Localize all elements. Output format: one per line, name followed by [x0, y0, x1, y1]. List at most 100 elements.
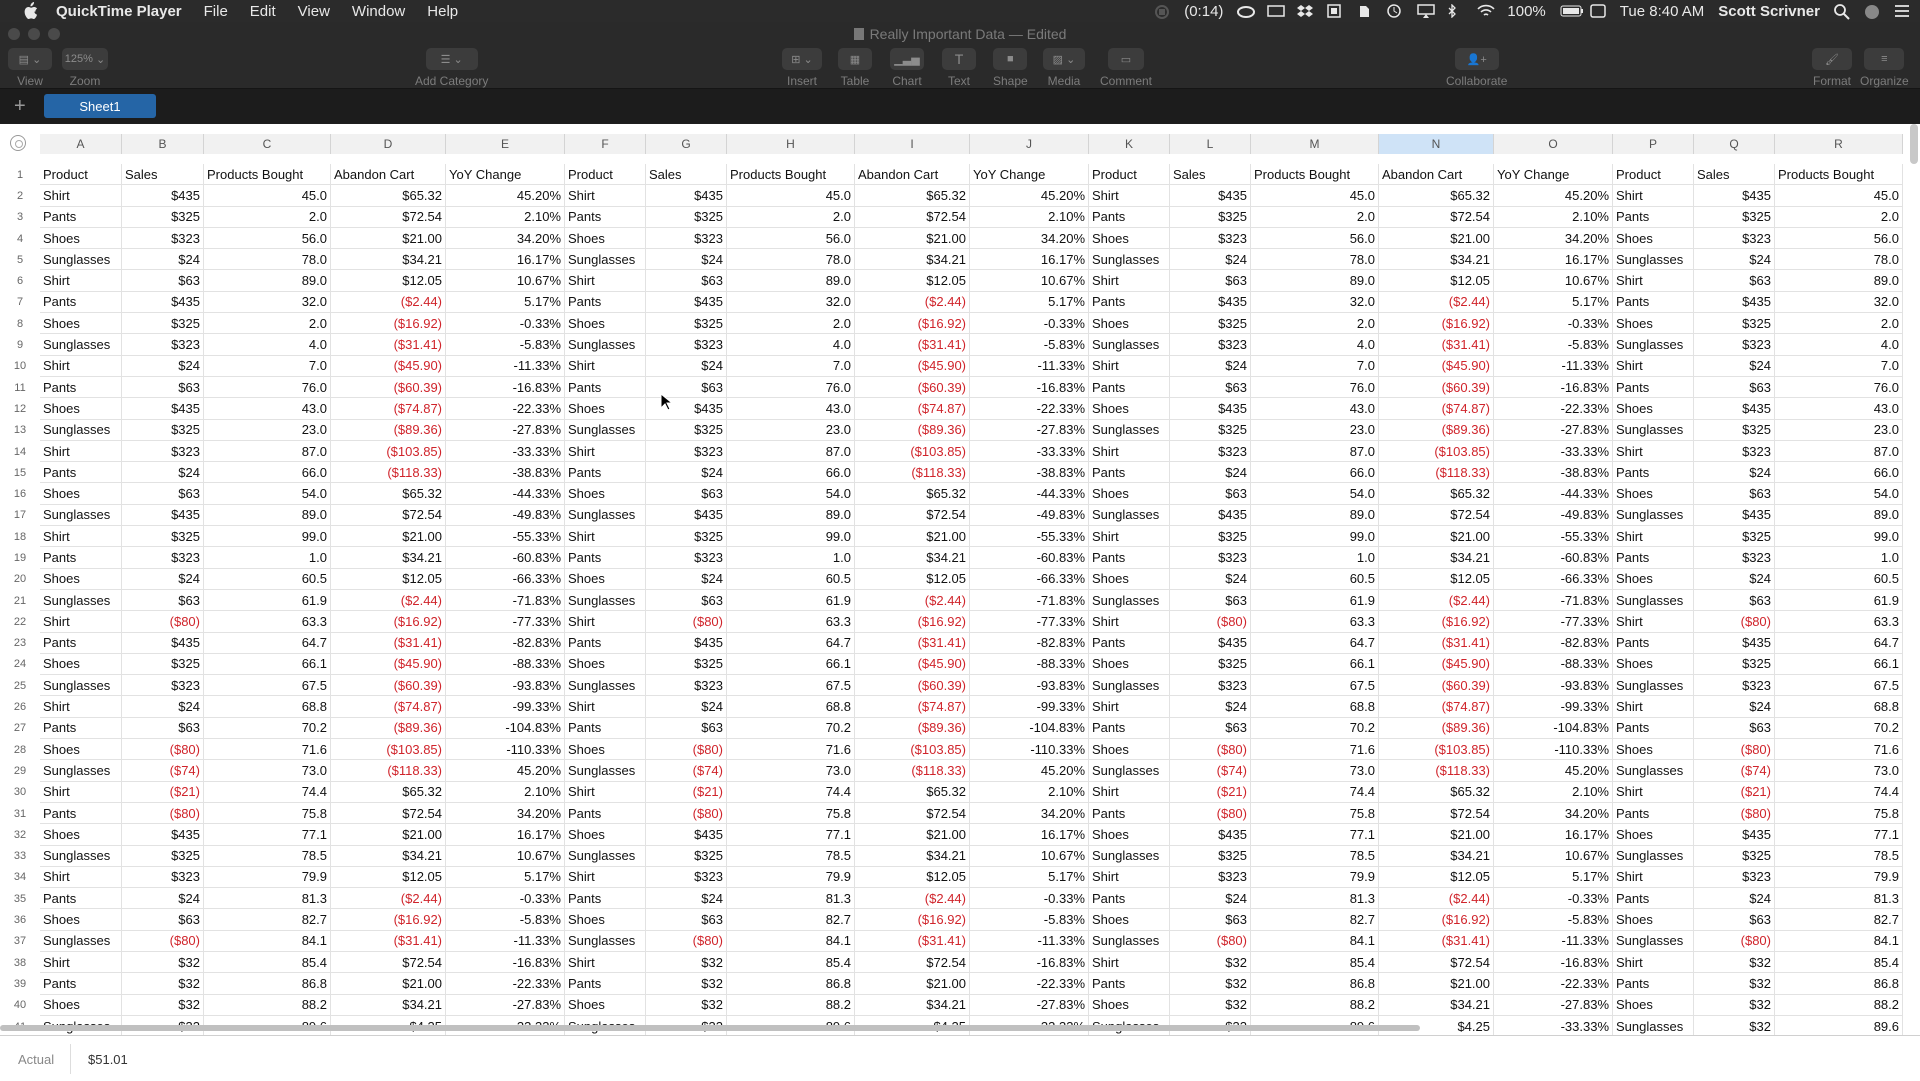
cell[interactable]: Shoes	[40, 909, 122, 930]
cell[interactable]: $72.54	[331, 802, 446, 824]
row-number[interactable]: 25	[0, 675, 40, 696]
cell[interactable]: $72.54	[1379, 951, 1494, 973]
cell[interactable]: Pants	[40, 802, 122, 824]
cell[interactable]: ($2.44)	[331, 888, 446, 909]
cell[interactable]: ($74)	[1170, 760, 1251, 781]
cell[interactable]: $325	[646, 653, 727, 675]
cell[interactable]: Pants	[1089, 206, 1170, 227]
cell[interactable]: ($80)	[122, 739, 204, 760]
cell[interactable]: 89.6	[1775, 1015, 1903, 1035]
cell[interactable]: $323	[1694, 675, 1775, 696]
cell[interactable]: Shirt	[40, 185, 122, 206]
cell[interactable]: 77.1	[1775, 824, 1903, 845]
cell[interactable]: $65.32	[331, 483, 446, 504]
cell[interactable]: $72.54	[331, 504, 446, 526]
cell[interactable]: Pants	[1613, 888, 1694, 909]
cell[interactable]: Pants	[565, 632, 646, 653]
cell[interactable]: Sunglasses	[1613, 845, 1694, 866]
cell[interactable]: 61.9	[1251, 589, 1379, 611]
cell[interactable]: $21.00	[331, 973, 446, 994]
cell[interactable]: Pants	[40, 376, 122, 398]
cell[interactable]: $72.54	[855, 206, 970, 227]
cell[interactable]: ($16.92)	[855, 909, 970, 930]
cell[interactable]: $63	[1694, 483, 1775, 504]
cell[interactable]: $435	[1170, 632, 1251, 653]
cell[interactable]: Shirt	[1613, 270, 1694, 291]
cell[interactable]: Shirt	[565, 185, 646, 206]
cell[interactable]: Pants	[1613, 206, 1694, 227]
cell[interactable]: Pants	[1089, 462, 1170, 483]
cell[interactable]: 45.20%	[1494, 760, 1613, 781]
cell[interactable]: $435	[122, 398, 204, 419]
cell[interactable]: ($31.41)	[1379, 930, 1494, 951]
cell[interactable]: Sunglasses	[1089, 504, 1170, 526]
cell[interactable]: $323	[122, 547, 204, 568]
cell[interactable]: ($80)	[1170, 611, 1251, 632]
cell[interactable]: Sunglasses	[40, 334, 122, 355]
cell[interactable]: ($60.39)	[331, 376, 446, 398]
cell[interactable]: 45.0	[1251, 185, 1379, 206]
column-header-m[interactable]: M	[1251, 134, 1379, 154]
cell[interactable]: 81.3	[204, 888, 331, 909]
display-icon[interactable]	[1267, 4, 1286, 18]
cell[interactable]: 71.6	[727, 739, 855, 760]
cell[interactable]: 79.9	[204, 866, 331, 888]
cell[interactable]: ($16.92)	[331, 909, 446, 930]
cell[interactable]: 84.1	[727, 930, 855, 951]
cell[interactable]: 54.0	[204, 483, 331, 504]
cell[interactable]: ($21)	[1170, 781, 1251, 802]
user-avatar-icon[interactable]	[1864, 4, 1880, 19]
cell[interactable]: Sunglasses	[1613, 419, 1694, 440]
cell[interactable]: 77.1	[1251, 824, 1379, 845]
cell[interactable]: 10.67%	[1494, 270, 1613, 291]
cell[interactable]: -27.83%	[1494, 994, 1613, 1015]
cell[interactable]: -16.83%	[1494, 376, 1613, 398]
cell[interactable]: 70.2	[727, 717, 855, 739]
cell[interactable]: -88.33%	[446, 653, 565, 675]
cell[interactable]: 7.0	[1251, 355, 1379, 376]
cell[interactable]: Pants	[565, 973, 646, 994]
cell[interactable]: $24	[1694, 888, 1775, 909]
cell[interactable]: 16.17%	[1494, 249, 1613, 270]
cell[interactable]: ($60.39)	[1379, 675, 1494, 696]
cell[interactable]: $435	[1694, 824, 1775, 845]
cell[interactable]: $325	[1694, 419, 1775, 440]
cell[interactable]: 23.0	[727, 419, 855, 440]
cell[interactable]: -104.83%	[970, 717, 1089, 739]
cell[interactable]: ($31.41)	[855, 334, 970, 355]
cell[interactable]: 54.0	[1775, 483, 1903, 504]
cell[interactable]: 34.20%	[970, 227, 1089, 249]
cell[interactable]: $34.21	[1379, 547, 1494, 568]
cell[interactable]: 45.20%	[1494, 185, 1613, 206]
cell[interactable]: $34.21	[331, 249, 446, 270]
cell[interactable]: Pants	[40, 206, 122, 227]
cell[interactable]: $435	[1170, 824, 1251, 845]
cell[interactable]: -27.83%	[970, 994, 1089, 1015]
row-number[interactable]: 17	[0, 505, 40, 526]
cell[interactable]: 43.0	[727, 398, 855, 419]
cell[interactable]: 75.8	[1775, 802, 1903, 824]
cell[interactable]: $21.00	[1379, 973, 1494, 994]
cell[interactable]: -33.33%	[446, 440, 565, 462]
cell[interactable]: Sunglasses	[40, 504, 122, 526]
cell[interactable]: $24	[122, 249, 204, 270]
cell[interactable]: $24	[646, 696, 727, 717]
cell[interactable]: -0.33%	[446, 888, 565, 909]
shape-button[interactable]: ■ Shape	[993, 48, 1028, 88]
cell[interactable]: 99.0	[1775, 526, 1903, 547]
cell[interactable]: 56.0	[204, 227, 331, 249]
cell[interactable]: 1.0	[727, 547, 855, 568]
row-number[interactable]: 18	[0, 526, 40, 547]
cell[interactable]: Pants	[1613, 376, 1694, 398]
bluetooth-icon[interactable]	[1447, 3, 1463, 19]
cell[interactable]: $323	[122, 334, 204, 355]
cell[interactable]: Shoes	[1089, 909, 1170, 930]
cell[interactable]: Sunglasses	[1089, 589, 1170, 611]
table-button[interactable]: ▦ Table	[838, 48, 872, 88]
cell[interactable]: 54.0	[727, 483, 855, 504]
row-number[interactable]: 27	[0, 718, 40, 739]
cell[interactable]: Sunglasses	[565, 675, 646, 696]
cell[interactable]: ($103.85)	[855, 739, 970, 760]
cell[interactable]: $63	[1170, 589, 1251, 611]
cell[interactable]: -77.33%	[446, 611, 565, 632]
